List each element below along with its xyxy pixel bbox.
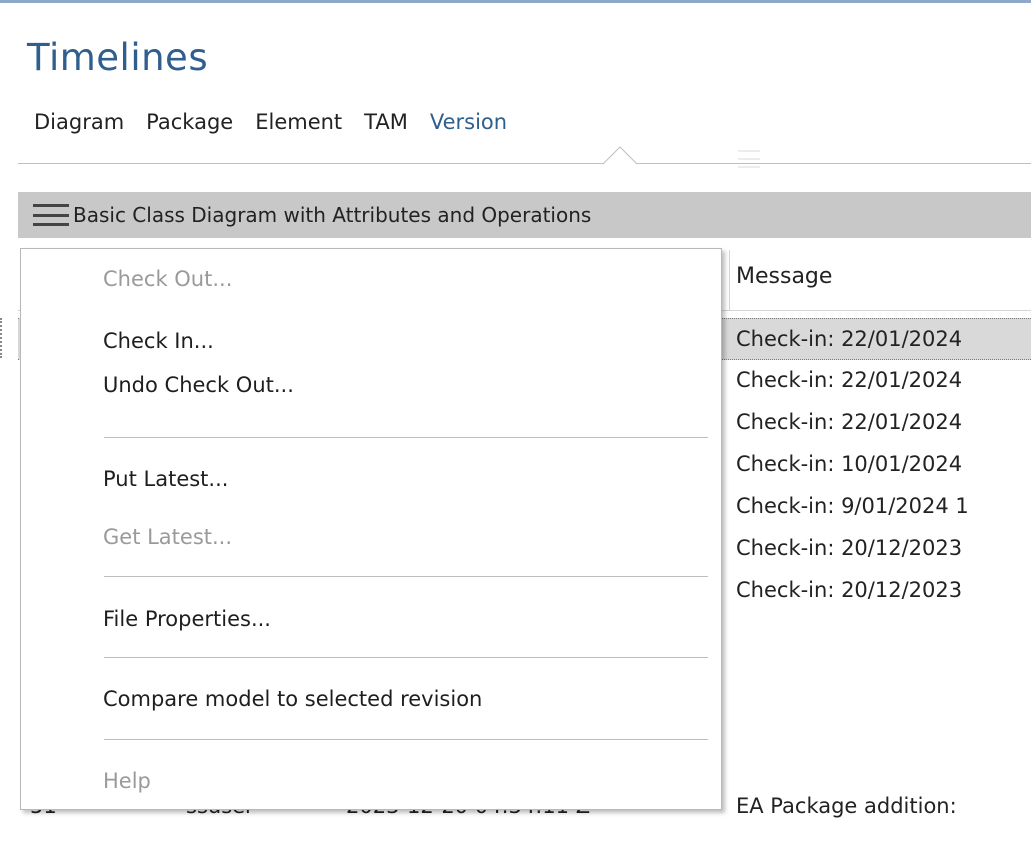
menu-item-help[interactable]: Help [21, 761, 721, 801]
menu-item-label: File Properties... [103, 607, 271, 631]
hamburger-menu-icon[interactable] [33, 204, 69, 226]
row-selector-indicator [0, 318, 5, 358]
tab-underline [18, 163, 1031, 164]
menu-separator [104, 657, 708, 658]
window-top-border [0, 0, 1031, 3]
menu-item-check-in[interactable]: Check In... [21, 321, 721, 361]
menu-item-label: Check In... [103, 329, 214, 353]
menu-item-label: Put Latest... [103, 467, 229, 491]
menu-item-label: Help [103, 769, 151, 793]
message-column-header[interactable]: Message [736, 264, 832, 289]
column-divider[interactable] [729, 250, 730, 310]
message-cell: Check-in: 22/01/2024 [736, 410, 963, 434]
message-cell: Check-in: 9/01/2024 1 [736, 494, 969, 518]
tab-element[interactable]: Element [255, 110, 342, 134]
tab-version[interactable]: Version [430, 110, 507, 134]
menu-item-label: Get Latest... [103, 525, 233, 549]
menu-item-undo-check-out[interactable]: Undo Check Out... [21, 365, 721, 405]
message-cell: Check-in: 22/01/2024 [736, 368, 963, 392]
timelines-window: Timelines Diagram Package Element TAM Ve… [0, 0, 1031, 862]
drag-grip-icon [738, 150, 760, 178]
context-menu: Check Out... Check In... Undo Check Out.… [20, 248, 722, 810]
diagram-name-label: Basic Class Diagram with Attributes and … [73, 203, 592, 227]
menu-separator [104, 739, 708, 740]
message-cell: Check-in: 22/01/2024 [736, 327, 963, 351]
window-title: Timelines [27, 36, 209, 79]
tab-package[interactable]: Package [146, 110, 233, 134]
tab-diagram[interactable]: Diagram [34, 110, 124, 134]
menu-separator [104, 437, 708, 438]
menu-item-get-latest[interactable]: Get Latest... [21, 517, 721, 557]
menu-item-put-latest[interactable]: Put Latest... [21, 459, 721, 499]
menu-item-label: Check Out... [103, 267, 233, 291]
message-cell: Check-in: 20/12/2023 [736, 578, 963, 602]
menu-item-compare-model[interactable]: Compare model to selected revision [21, 679, 721, 719]
tab-tam[interactable]: TAM [364, 110, 408, 134]
menu-item-check-out[interactable]: Check Out... [21, 259, 721, 299]
message-cell: Check-in: 20/12/2023 [736, 536, 963, 560]
menu-separator [104, 576, 708, 577]
menu-item-label: Undo Check Out... [103, 373, 294, 397]
diagram-toolbar: Basic Class Diagram with Attributes and … [18, 192, 1031, 238]
menu-item-file-properties[interactable]: File Properties... [21, 599, 721, 639]
menu-item-label: Compare model to selected revision [103, 687, 483, 711]
tab-bar: Diagram Package Element TAM Version [34, 104, 529, 140]
message-cell: Check-in: 10/01/2024 [736, 452, 963, 476]
message-cell: EA Package addition: [736, 794, 957, 818]
active-tab-notch [603, 146, 637, 165]
